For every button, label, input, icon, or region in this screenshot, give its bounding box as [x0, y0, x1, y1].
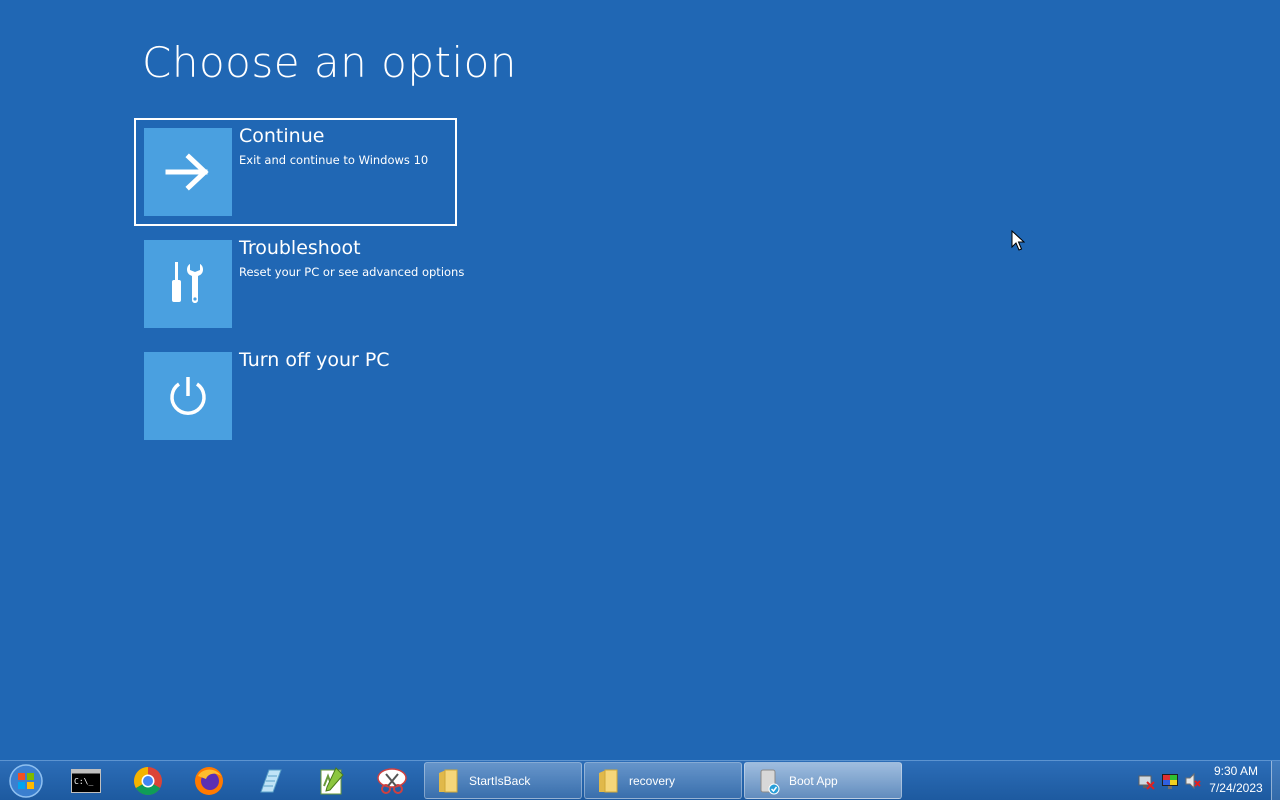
- option-description: Exit and continue to Windows 10: [239, 153, 429, 167]
- option-turn-off[interactable]: Turn off your PC: [134, 342, 457, 450]
- clock-date: 7/24/2023: [1209, 781, 1263, 795]
- mouse-cursor-icon: [1011, 230, 1025, 251]
- taskbar-button-label: Boot App: [789, 774, 838, 788]
- pinned-chrome[interactable]: [128, 764, 168, 798]
- chrome-icon: [134, 767, 162, 795]
- folder-icon: [439, 769, 458, 793]
- color-display-icon[interactable]: [1161, 772, 1179, 790]
- show-desktop-button[interactable]: [1271, 761, 1280, 800]
- taskbar-button-boot-app[interactable]: Boot App: [744, 762, 902, 799]
- command-prompt-icon: C:\_: [71, 769, 101, 793]
- pinned-notepad[interactable]: [250, 764, 290, 798]
- firefox-icon: [195, 767, 223, 795]
- option-continue[interactable]: Continue Exit and continue to Windows 10: [134, 118, 457, 226]
- tools-icon: [144, 240, 232, 328]
- taskbar-button-startisback[interactable]: StartIsBack: [424, 762, 582, 799]
- network-disconnected-icon[interactable]: [1137, 772, 1155, 790]
- option-troubleshoot[interactable]: Troubleshoot Reset your PC or see advanc…: [134, 230, 464, 338]
- svg-text:C:\_: C:\_: [74, 777, 93, 786]
- taskbar-button-label: StartIsBack: [469, 774, 531, 788]
- arrow-right-icon: [144, 128, 232, 216]
- pinned-notepad-plus-plus[interactable]: [311, 764, 351, 798]
- taskbar-button-recovery[interactable]: recovery: [584, 762, 742, 799]
- option-description: Reset your PC or see advanced options: [239, 265, 465, 279]
- pinned-snipping-tool[interactable]: [372, 764, 412, 798]
- option-title: Troubleshoot: [239, 237, 361, 259]
- power-icon: [144, 352, 232, 440]
- clock-time: 9:30 AM: [1213, 764, 1259, 778]
- snipping-tool-icon: [377, 768, 407, 794]
- start-button[interactable]: [6, 763, 46, 799]
- pinned-command-prompt[interactable]: C:\_: [66, 764, 106, 798]
- taskbar: C:\_ StartIsBack recovery Boot App 9:30 …: [0, 760, 1280, 800]
- option-title: Continue: [239, 125, 325, 147]
- notepad-icon: [260, 769, 282, 793]
- page-title: Choose an option: [142, 38, 517, 87]
- clock[interactable]: 9:30 AM 7/24/2023: [1200, 763, 1272, 797]
- pinned-firefox[interactable]: [189, 764, 229, 798]
- folder-icon: [599, 769, 618, 793]
- windows-start-orb-icon: [9, 764, 43, 798]
- taskbar-button-label: recovery: [629, 774, 676, 788]
- option-title: Turn off your PC: [239, 349, 390, 371]
- notepad-plus-plus-icon: [320, 767, 344, 795]
- recovery-screen: Choose an option Continue Exit and conti…: [0, 0, 1280, 800]
- boot-app-icon: [760, 769, 780, 795]
